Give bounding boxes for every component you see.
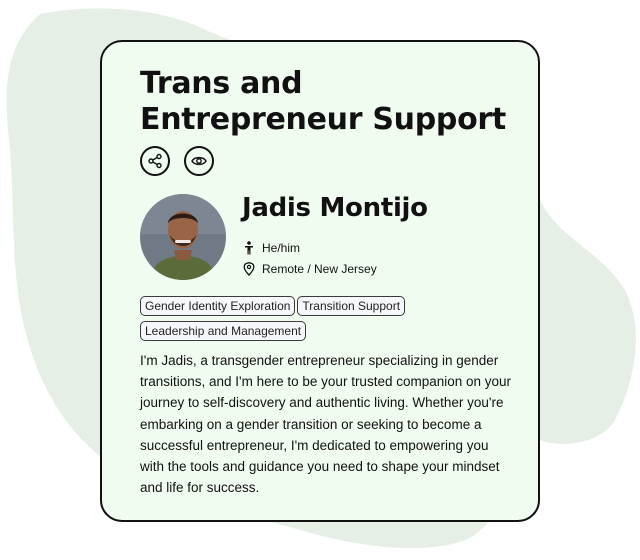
share-button[interactable] — [140, 146, 170, 176]
share-icon — [147, 153, 163, 169]
coach-name: Jadis Montijo — [242, 193, 428, 223]
location-text: Remote / New Jersey — [262, 262, 377, 276]
card-title: Trans and Entrepreneur Support — [140, 66, 506, 137]
pronouns-text: He/him — [262, 241, 301, 255]
pronouns-row: He/him — [242, 241, 300, 255]
tag-list: Gender Identity Exploration Transition Su… — [140, 295, 520, 345]
page: Trans and Entrepreneur Support Jadis Mon… — [0, 0, 640, 560]
tag-gender-identity-exploration[interactable]: Gender Identity Exploration — [140, 296, 296, 316]
person-icon — [242, 241, 256, 255]
tag-transition-support[interactable]: Transition Support — [297, 296, 406, 316]
view-button[interactable] — [184, 146, 214, 176]
coach-bio: I'm Jadis, a transgender entrepreneur sp… — [140, 353, 512, 496]
location-row: Remote / New Jersey — [242, 262, 377, 276]
map-pin-icon — [242, 262, 256, 276]
tag-leadership-and-management[interactable]: Leadership and Management — [140, 321, 307, 341]
eye-icon — [191, 153, 207, 169]
coach-card: Trans and Entrepreneur Support Jadis Mon… — [100, 40, 540, 522]
avatar — [140, 194, 226, 280]
